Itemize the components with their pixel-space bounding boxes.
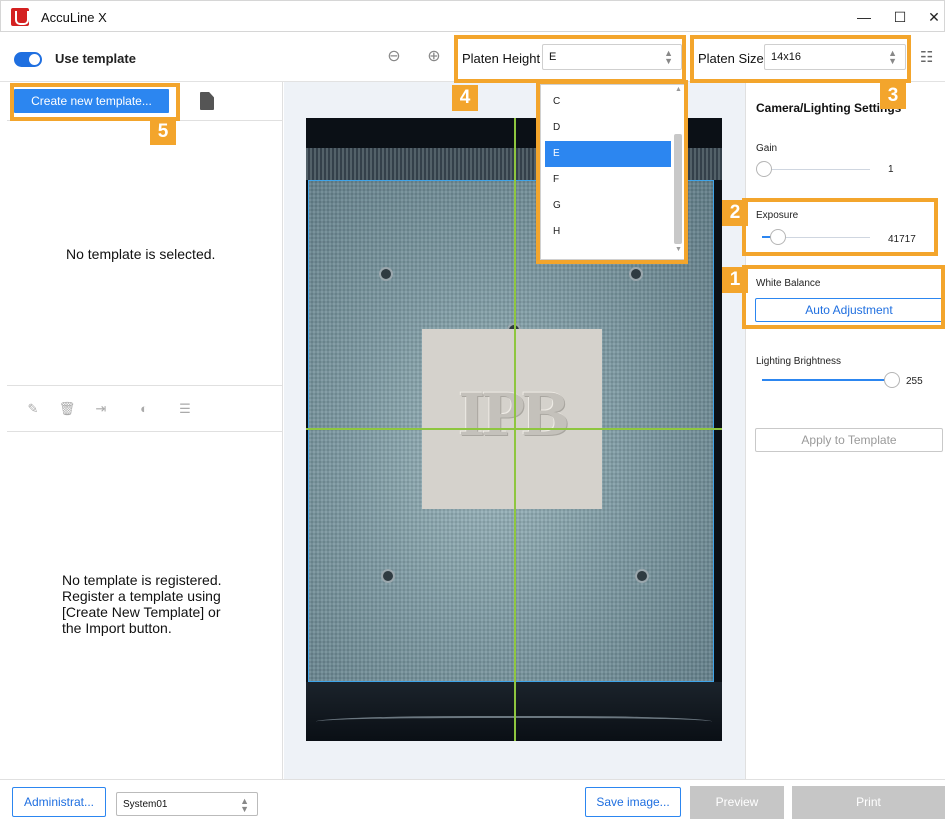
- apply-to-template-button[interactable]: Apply to Template: [755, 428, 943, 452]
- gain-slider-track[interactable]: [762, 169, 870, 170]
- callout-box-2: [742, 198, 938, 256]
- callout-box-4-dropdown: [536, 80, 688, 264]
- maximize-button[interactable]: ☐: [885, 7, 915, 27]
- app-logo-icon: [11, 8, 29, 26]
- settings-sliders-icon[interactable]: ☷: [920, 48, 942, 68]
- print-logo-text: IPB: [458, 381, 570, 449]
- platen-screw-icon: [629, 267, 643, 281]
- callout-number-3: 3: [880, 83, 906, 109]
- divider: [7, 431, 283, 432]
- minimize-button[interactable]: —: [849, 7, 879, 27]
- platen-screw-icon: [379, 267, 393, 281]
- lighting-brightness-label: Lighting Brightness: [756, 356, 842, 367]
- zoom-in-icon[interactable]: ⊕: [424, 47, 444, 67]
- divider: [7, 385, 283, 386]
- gain-label: Gain: [756, 143, 778, 154]
- zoom-out-icon[interactable]: ⊖: [384, 47, 404, 67]
- title-bar: AccuLine X — ☐ ✕: [0, 0, 945, 32]
- export-icon[interactable]: ⇥: [92, 400, 110, 418]
- use-template-label: Use template: [55, 51, 136, 66]
- system-select[interactable]: System01 ▲ ▼: [116, 792, 258, 816]
- app-title: AccuLine X: [41, 10, 107, 25]
- gain-slider-knob[interactable]: [756, 161, 772, 177]
- platen-screw-icon: [635, 569, 649, 583]
- callout-number-1: 1: [722, 267, 748, 293]
- administrator-button[interactable]: Administrat...: [12, 787, 106, 817]
- delete-icon[interactable]: 🗑: [58, 400, 76, 418]
- print-button[interactable]: Print: [792, 786, 945, 819]
- lighting-slider-knob[interactable]: [884, 372, 900, 388]
- use-template-toggle[interactable]: [14, 52, 42, 67]
- callout-box-1: [742, 265, 945, 329]
- no-template-selected-text: No template is selected.: [66, 246, 216, 262]
- preview-button[interactable]: Preview: [690, 786, 784, 819]
- platen-screw-icon: [381, 569, 395, 583]
- edit-icon[interactable]: ✎: [24, 400, 42, 418]
- callout-number-2: 2: [722, 200, 748, 226]
- lighting-value: 255: [906, 376, 923, 387]
- no-template-registered-text: No template is registered. Register a te…: [62, 572, 222, 636]
- gain-value: 1: [888, 164, 894, 175]
- system-select-value: System01: [123, 799, 168, 810]
- print-logo-block: IPB: [422, 329, 602, 509]
- callout-box-5: [10, 83, 180, 121]
- toggle-knob: [29, 54, 40, 65]
- sort-icon[interactable]: ☰: [176, 400, 194, 418]
- crosshair-horizontal: [306, 428, 722, 430]
- callout-box-3: [690, 35, 911, 83]
- lighting-slider-fill: [762, 379, 890, 381]
- select-arrows-icon: ▲ ▼: [240, 796, 249, 814]
- callout-number-5: 5: [150, 119, 176, 145]
- close-button[interactable]: ✕: [919, 7, 945, 27]
- callout-box-4: [454, 35, 686, 83]
- save-image-button[interactable]: Save image...: [585, 787, 681, 817]
- toggle-icon[interactable]: ◐: [132, 400, 156, 418]
- callout-number-4: 4: [452, 85, 478, 111]
